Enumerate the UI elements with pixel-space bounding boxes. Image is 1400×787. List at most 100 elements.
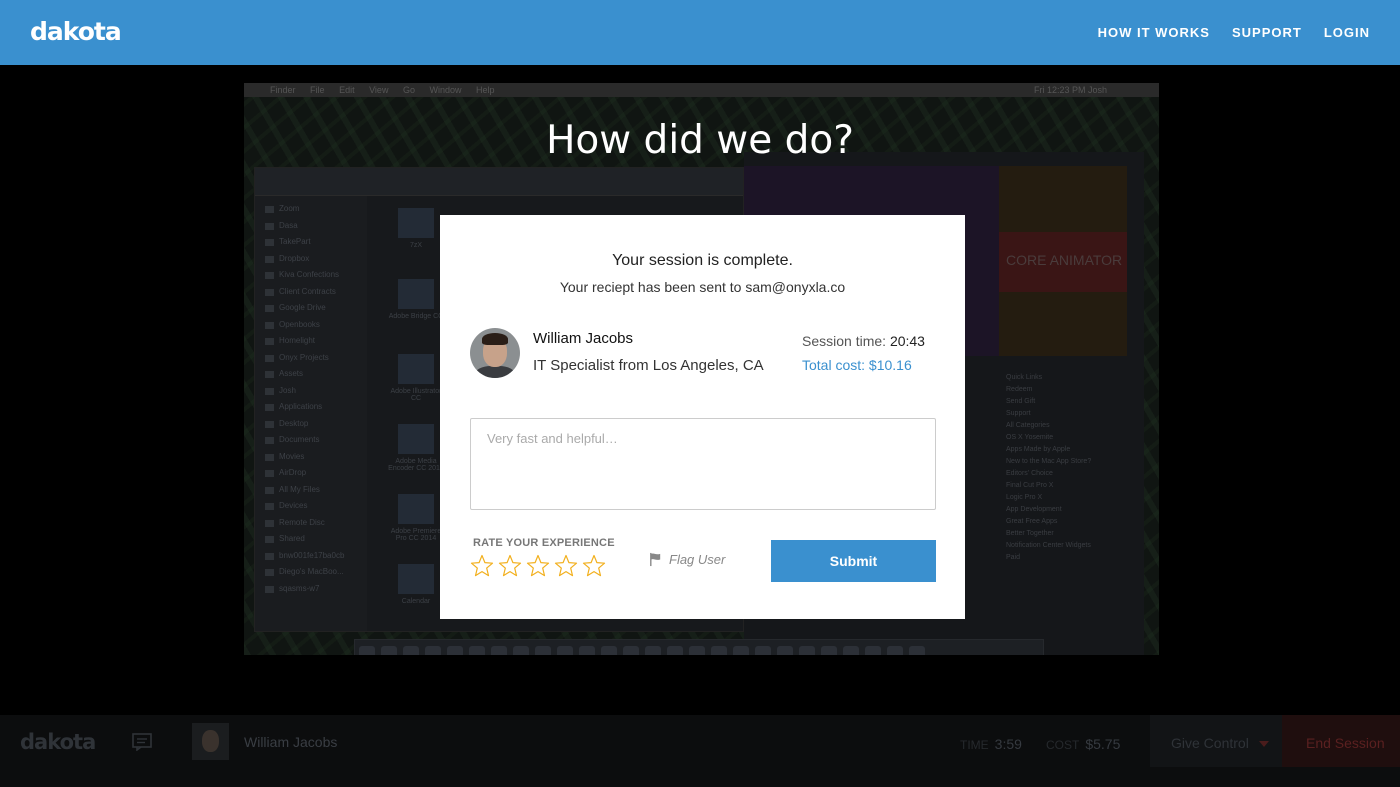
flag-icon [650, 552, 661, 567]
star-rating [470, 554, 606, 578]
remote-quick-link: App Development [1006, 506, 1062, 513]
remote-quick-link: New to the Mac App Store? [1006, 458, 1092, 465]
remote-file: Adobe Bridge CC [385, 279, 447, 320]
remote-menubar: Finder File Edit View Go Window Help Fri… [244, 83, 1159, 97]
remote-sidebar-item: All My Files [263, 485, 359, 502]
remote-file-label: Adobe Bridge CC [388, 313, 444, 320]
give-control-label: Give Control [1171, 735, 1249, 751]
remote-file-label: Adobe Premiere Pro CC 2014 [390, 528, 442, 542]
session-time: Session time: 20:43 [802, 333, 925, 349]
remote-dock [354, 639, 1044, 655]
dock-app-icon [557, 646, 573, 655]
expert-avatar [470, 328, 520, 378]
remote-menu-item: File [310, 85, 325, 95]
remote-menu-item: Help [476, 85, 495, 95]
remote-sidebar-item: Applications [263, 402, 359, 419]
star-icon[interactable] [526, 554, 550, 578]
remote-file: Adobe Media Encoder CC 2014 [385, 424, 447, 472]
remote-quick-link: Apps Made by Apple [1006, 446, 1071, 453]
feedback-textarea[interactable] [470, 418, 936, 510]
remote-quick-link: Quick Links [1006, 374, 1043, 381]
remote-quick-link: Support [1006, 410, 1031, 417]
dock-app-icon [579, 646, 595, 655]
nav-support[interactable]: SUPPORT [1232, 25, 1302, 40]
remote-sidebar-item: Shared [263, 534, 359, 551]
remote-sidebar-item: Desktop [263, 419, 359, 436]
dock-app-icon [447, 646, 463, 655]
bottom-expert-name: William Jacobs [244, 734, 338, 750]
remote-file: 7zX [385, 208, 447, 249]
remote-sidebar-item: Diego's MacBoo... [263, 567, 359, 584]
nav-login[interactable]: LOGIN [1324, 25, 1370, 40]
star-icon[interactable] [554, 554, 578, 578]
avatar-face [202, 730, 219, 752]
remote-sidebar-item: Remote Disc [263, 518, 359, 535]
remote-sidebar-item: AirDrop [263, 468, 359, 485]
dock-app-icon [865, 646, 881, 655]
page-headline: How did we do? [546, 118, 854, 163]
app-icon [398, 354, 434, 384]
dock-app-icon [469, 646, 485, 655]
remote-sidebar-item: Onyx Projects [263, 353, 359, 370]
dock-app-icon [887, 646, 903, 655]
remote-sidebar-item: bnw001fe17ba0cb [263, 551, 359, 568]
cost-label: COST [1046, 738, 1080, 752]
remote-quick-link: Redeem [1006, 386, 1033, 393]
nav-how-it-works[interactable]: HOW IT WORKS [1098, 25, 1210, 40]
session-time-value: 20:43 [889, 333, 925, 349]
dock-app-icon [645, 646, 661, 655]
session-time-stat: TIME 3:59 [960, 736, 1022, 752]
chat-icon[interactable] [132, 733, 152, 751]
remote-quick-link: OS X Yosemite [1006, 434, 1054, 441]
end-session-button[interactable]: End Session [1282, 715, 1400, 767]
dakota-logo[interactable]: dakota [30, 17, 122, 46]
remote-sidebar-item: Josh [263, 386, 359, 403]
dock-app-icon [799, 646, 815, 655]
session-time-label: Session time: [802, 333, 887, 349]
remote-sidebar-item: sqasms-w7 [263, 584, 359, 601]
flag-user-link[interactable]: Flag User [648, 552, 725, 567]
remote-menu-item: Window [429, 85, 462, 95]
flag-user-label: Flag User [669, 552, 726, 567]
remote-file: Adobe Premiere Pro CC 2014 [385, 494, 447, 542]
give-control-button[interactable]: Give Control [1150, 715, 1282, 767]
time-value: 3:59 [994, 736, 1022, 752]
avatar-hair [482, 333, 508, 345]
expert-role: IT Specialist from Los Angeles, CA [533, 357, 764, 374]
dock-app-icon [843, 646, 859, 655]
star-icon[interactable] [470, 554, 494, 578]
remote-quick-link: Send Gift [1006, 398, 1036, 405]
main-nav: HOW IT WORKS SUPPORT LOGIN [1098, 25, 1370, 40]
app-icon [398, 279, 434, 309]
submit-button[interactable]: Submit [771, 540, 936, 582]
session-complete-modal: Your session is complete. Your reciept h… [440, 215, 965, 619]
remote-sidebar-item: Assets [263, 369, 359, 386]
dock-app-icon [821, 646, 837, 655]
dock-app-icon [909, 646, 925, 655]
bottom-expert-avatar [192, 723, 229, 760]
star-icon[interactable] [498, 554, 522, 578]
remote-sidebar-item: Kiva Confections [263, 270, 359, 287]
remote-quick-link: Logic Pro X [1006, 494, 1043, 501]
remote-file-label: Adobe Illustrator CC [390, 388, 442, 402]
remote-file: Calendar [385, 564, 447, 605]
remote-file-label: Adobe Media Encoder CC 2014 [388, 458, 444, 472]
remote-sidebar-item: Homelight [263, 336, 359, 353]
remote-quick-link: Better Together [1006, 530, 1054, 537]
remote-quick-link: Notification Center Widgets [1006, 542, 1091, 549]
remote-sidebar-item: Devices [263, 501, 359, 518]
modal-title: Your session is complete. [612, 252, 793, 269]
remote-sidebar-item: TakePart [263, 237, 359, 254]
remote-sidebar-item: Documents [263, 435, 359, 452]
remote-file: Adobe Illustrator CC [385, 354, 447, 402]
remote-menu-item: Edit [339, 85, 355, 95]
dock-app-icon [403, 646, 419, 655]
remote-quick-links: Quick Links Redeem Send Gift Support All… [1006, 372, 1131, 564]
remote-banner-text: CORE ANIMATOR [1006, 252, 1123, 268]
remote-finder-sidebar: Zoom Dasa TakePart Dropbox Kiva Confecti… [255, 196, 367, 631]
dock-app-icon [491, 646, 507, 655]
star-icon[interactable] [582, 554, 606, 578]
app-icon [398, 494, 434, 524]
remote-file-label: Calendar [401, 598, 431, 605]
dock-app-icon [601, 646, 617, 655]
